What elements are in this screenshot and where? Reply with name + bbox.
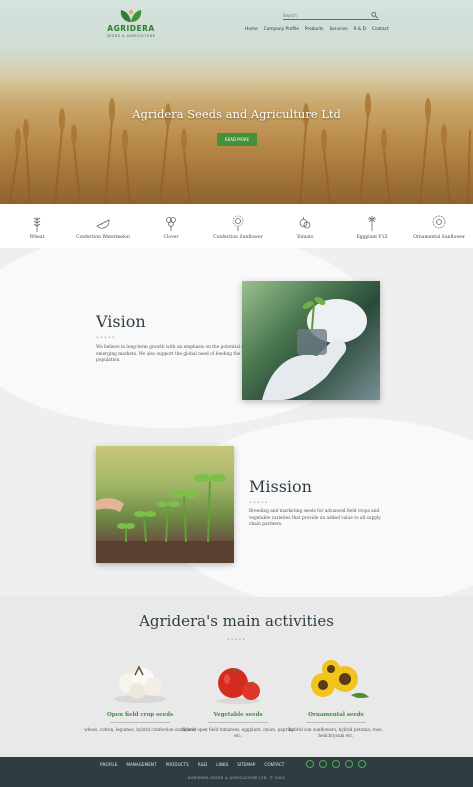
crop-label: Eggplant F1Z: [356, 235, 388, 240]
cotton-image: [114, 665, 166, 703]
main-activities-section: Agridera's main activities ••••• Open fi…: [0, 597, 473, 757]
main-nav: Home Company Profile Products Services R…: [245, 27, 389, 32]
copyright-text: AGRIDERA SEEDS & AGRICULTURE LTD. © 2024: [187, 776, 286, 780]
crop-label: Wheat: [29, 235, 45, 240]
activities-title: Agridera's main activities: [139, 612, 334, 630]
facebook-icon[interactable]: [306, 760, 314, 768]
crop-item-sunflower[interactable]: Confection Sunflower: [208, 214, 268, 240]
footer-link-management[interactable]: MANAGEMENT: [126, 762, 156, 767]
sunflower-icon: [232, 215, 244, 231]
sunflowers-image: [311, 660, 369, 699]
read-more-button[interactable]: READ MORE: [217, 133, 257, 146]
wheat-icon: [33, 217, 41, 232]
crop-label: Ornamental Sunflower: [413, 235, 465, 240]
vision-title: Vision: [96, 312, 146, 331]
crop-label: Tomato: [296, 235, 314, 240]
nav-home[interactable]: Home: [245, 27, 258, 32]
logo-subtitle: SEEDS & AGRICULTURE: [106, 34, 156, 38]
activity-underline: [208, 722, 268, 723]
crop-item-watermelon[interactable]: Confection Watermelon: [73, 214, 133, 240]
nav-rnd[interactable]: R & D: [354, 27, 366, 32]
clover-icon: [166, 217, 176, 231]
crop-label: Clover: [163, 235, 179, 240]
crop-label: Confection Sunflower: [213, 235, 263, 240]
crops-strip: Wheat Confection Watermelon Clover Confe…: [0, 204, 473, 248]
activity-title: Ornamental seeds: [308, 712, 364, 718]
nav-products[interactable]: Products: [305, 27, 324, 32]
crop-item-wheat[interactable]: Wheat: [7, 214, 67, 240]
vision-divider: •••••: [96, 335, 116, 341]
mission-text: Breeding and marketing seeds for advance…: [249, 509, 381, 527]
crop-label: Confection Watermelon: [76, 235, 130, 240]
footer-link-links[interactable]: LINKS: [216, 762, 228, 767]
crop-item-tomato[interactable]: Tomato: [275, 214, 335, 240]
vision-text: We believe in long-term growth with an e…: [96, 345, 260, 363]
logo-name: AGRIDERA: [107, 24, 155, 33]
hero-banner: AGRIDERA SEEDS & AGRICULTURE Home Compan…: [0, 0, 473, 204]
mission-divider: •••••: [249, 500, 269, 506]
vision-photo: [242, 281, 380, 400]
watermelon-icon: [96, 219, 110, 229]
search-input[interactable]: [283, 12, 369, 19]
social-links: [306, 760, 366, 768]
nav-company-profile[interactable]: Company Profile: [264, 27, 299, 32]
footer-link-rnd[interactable]: R&D: [198, 762, 207, 767]
activities-divider: •••••: [226, 637, 247, 643]
ornamental-sunflower-icon: [432, 215, 446, 229]
hero-title: Agridera Seeds and Agriculture Ltd: [132, 107, 341, 121]
seedlings-growing-image: [96, 474, 234, 563]
activity-underline: [110, 722, 170, 723]
gloved-hand-seedling-image: [262, 297, 367, 400]
wheat-field-image: [9, 93, 471, 204]
nav-services[interactable]: Services: [329, 27, 347, 32]
footer-link-profile[interactable]: PROFILE: [100, 762, 117, 767]
footer-nav: PROFILE MANAGEMENT PRODUCTS R&D LINKS SI…: [100, 762, 284, 767]
site-footer: PROFILE MANAGEMENT PRODUCTS R&D LINKS SI…: [0, 757, 473, 787]
search-icon[interactable]: [371, 11, 378, 19]
vision-mission-section: Vision ••••• We believe in long-term gro…: [0, 248, 473, 597]
footer-link-sitemap[interactable]: SITEMAP: [237, 762, 255, 767]
twitter-icon[interactable]: [319, 760, 327, 768]
activity-underline: [306, 722, 366, 723]
crop-item-eggplant[interactable]: Eggplant F1Z: [342, 214, 402, 240]
activity-ornamental[interactable]: Ornamental seeds hybrid sun sunflowers, …: [276, 655, 396, 739]
crop-item-ornamental-sunflower[interactable]: Ornamental Sunflower: [409, 214, 469, 240]
eggplant-icon: [368, 216, 376, 231]
tomato-icon: [299, 217, 311, 229]
search-bar: [283, 11, 379, 20]
nav-contact[interactable]: Contact: [372, 27, 389, 32]
footer-link-products[interactable]: PRODUCTS: [166, 762, 189, 767]
instagram-icon[interactable]: [358, 760, 366, 768]
tomato-image: [216, 668, 260, 704]
mission-title: Mission: [249, 477, 312, 496]
crop-item-clover[interactable]: Clover: [141, 214, 201, 240]
youtube-icon[interactable]: [345, 760, 353, 768]
leaf-logo-icon: [120, 10, 142, 22]
site-logo[interactable]: AGRIDERA SEEDS & AGRICULTURE: [103, 9, 159, 39]
footer-link-contact[interactable]: CONTACT: [264, 762, 284, 767]
mission-photo: [96, 446, 234, 563]
linkedin-icon[interactable]: [332, 760, 340, 768]
activity-description: hybrid sun sunflowers, hybrid petunia, r…: [288, 727, 383, 738]
